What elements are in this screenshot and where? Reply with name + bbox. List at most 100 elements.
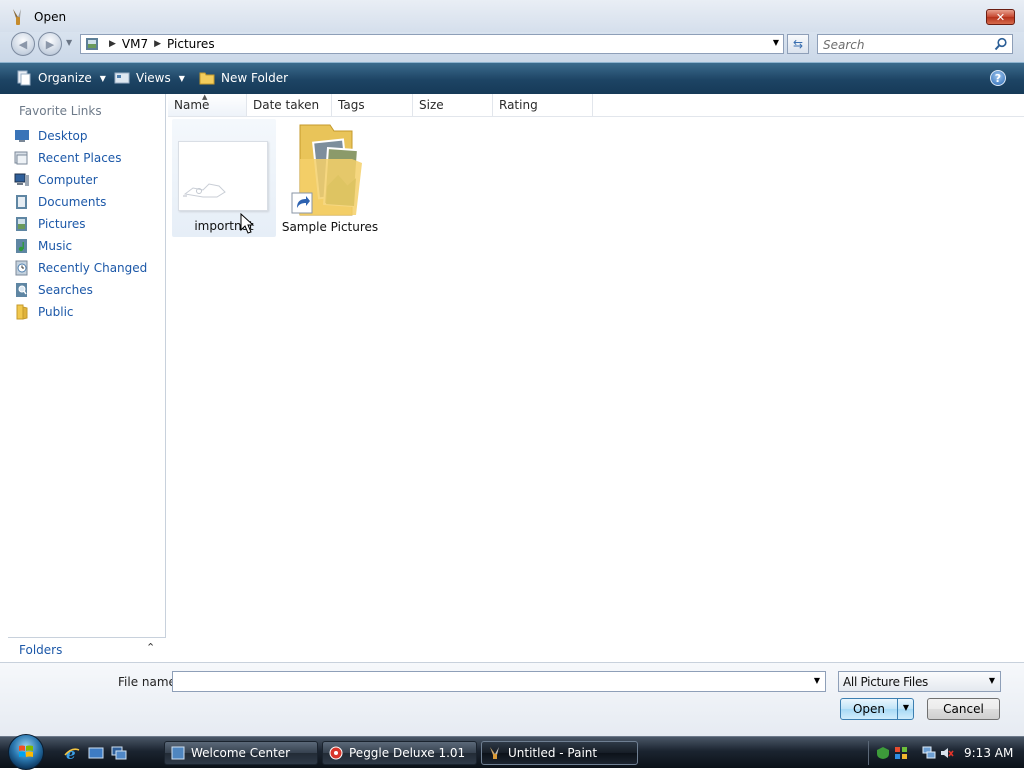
open-options-dropdown-icon[interactable]: ▼ [899,703,913,712]
file-type-dropdown-icon[interactable]: ▼ [989,676,995,685]
task-peggle-deluxe[interactable]: Peggle Deluxe 1.01 [322,741,477,765]
new-folder-button[interactable]: New Folder [199,70,288,86]
column-header-rating[interactable]: Rating [493,94,593,116]
recent-places-icon [14,151,28,165]
task-label: Peggle Deluxe 1.01 [349,746,466,760]
help-button[interactable]: ? [990,70,1006,86]
nav-item-label: Pictures [38,217,86,231]
public-folder-icon [16,304,28,320]
nav-item-label: Searches [38,283,93,297]
recently-changed-icon [15,260,28,276]
search-box[interactable] [817,34,1013,54]
mouse-cursor-icon [240,213,255,234]
clock[interactable]: 9:13 AM [964,746,1013,760]
show-desktop-icon[interactable] [88,745,104,761]
task-welcome-center[interactable]: Welcome Center [164,741,318,765]
file-item-importnat[interactable]: importnat [172,119,276,237]
recent-pages-dropdown-icon[interactable]: ▼ [66,38,72,47]
column-label: Tags [338,98,365,112]
breadcrumb-separator-icon[interactable]: ▶ [109,39,116,49]
file-name-label: Sample Pictures [281,220,379,234]
breadcrumb-vm7[interactable]: VM7 [122,37,148,51]
views-button[interactable]: Views ▼ [114,70,185,86]
nav-item-label: Public [38,305,74,319]
computer-icon [14,173,29,186]
volume-muted-icon[interactable] [940,746,954,760]
column-header-tags[interactable]: Tags [332,94,413,116]
organize-button[interactable]: Organize ▼ [16,70,106,86]
welcome-center-icon [171,746,185,760]
file-name-label: importnat [194,219,254,233]
address-dropdown-icon[interactable]: ▼ [773,38,779,47]
favorite-links-header: Favorite Links [19,104,102,118]
searches-icon [16,283,27,297]
new-folder-icon [199,72,215,85]
folders-label: Folders [19,643,63,657]
organize-icon [17,70,31,86]
help-icon: ? [994,71,1002,85]
views-icon [114,72,130,84]
pictures-folder-icon [86,38,98,50]
column-label: Date taken [253,98,320,112]
nav-item-label: Computer [38,173,98,187]
open-button[interactable]: Open ▼ [840,698,914,720]
search-input[interactable] [821,36,993,54]
sort-ascending-icon: ▲ [202,93,208,101]
file-name-input[interactable] [176,673,800,692]
title-bar: Open ✕ [0,0,1024,32]
nav-item-label: Music [38,239,73,253]
command-toolbar: Organize ▼ Views ▼ New Folder ? [0,62,1024,94]
peggle-icon [329,746,343,760]
close-button[interactable]: ✕ [986,9,1015,25]
file-type-select[interactable]: All Picture Files ▼ [838,671,1001,692]
open-button-label: Open [852,702,886,716]
organize-dropdown-icon: ▼ [99,73,106,83]
internet-explorer-icon[interactable]: e [64,745,80,761]
tray-divider [868,741,869,765]
nav-item-searches[interactable]: Searches [14,280,93,300]
breadcrumb: ▶ VM7 ▶ Pictures [103,37,215,51]
nav-item-recent-places[interactable]: Recent Places [14,148,121,168]
switch-windows-icon[interactable] [111,745,127,761]
address-bar[interactable]: ▶ VM7 ▶ Pictures ▼ [80,34,784,54]
nav-item-desktop[interactable]: Desktop [14,126,88,146]
taskbar: e Welcome Center Peggle Deluxe 1.01 Unti… [0,734,1024,770]
nav-item-music[interactable]: Music [14,236,72,256]
nav-item-recently-changed[interactable]: Recently Changed [14,258,147,278]
nav-item-documents[interactable]: Documents [14,192,106,212]
file-name-combobox[interactable]: ▼ [172,671,826,692]
back-button[interactable]: ◀ [11,32,35,56]
task-untitled-paint[interactable]: Untitled - Paint [481,741,638,765]
chevron-up-icon[interactable]: ⌃ [146,641,155,654]
folder-icon [291,124,362,216]
paint-icon [490,747,499,759]
file-name-label: File name: [118,675,180,689]
network-icon[interactable] [922,746,936,760]
breadcrumb-pictures[interactable]: Pictures [167,37,215,51]
file-item-sample-pictures[interactable]: Sample Pictures [280,119,380,237]
views-label: Views [136,71,171,85]
file-list: importnat Sample Pictures [168,117,1024,662]
windows-defender-icon[interactable] [876,746,890,760]
windows-logo-icon [19,745,33,757]
folders-bar[interactable]: Folders ⌃ [8,637,166,662]
cancel-button-label: Cancel [943,702,984,716]
search-icon[interactable] [994,37,1008,51]
nav-item-public[interactable]: Public [14,302,74,322]
column-header-size[interactable]: Size [413,94,493,116]
file-name-dropdown-icon[interactable]: ▼ [814,676,820,685]
breadcrumb-separator-icon[interactable]: ▶ [154,39,161,49]
nav-item-computer[interactable]: Computer [14,170,98,190]
column-header-name[interactable]: Name ▲ [168,93,247,116]
start-button[interactable] [8,734,44,770]
nav-item-pictures[interactable]: Pictures [14,214,86,234]
views-dropdown-icon: ▼ [178,73,185,83]
forward-button[interactable]: ▶ [38,32,62,56]
task-label: Untitled - Paint [508,746,598,760]
column-header-date-taken[interactable]: Date taken [247,94,332,116]
cancel-button[interactable]: Cancel [927,698,1000,720]
refresh-button[interactable]: ⇆ [787,34,809,54]
security-center-icon[interactable] [894,746,908,760]
open-split-divider [897,699,898,719]
window-title: Open [34,10,67,24]
